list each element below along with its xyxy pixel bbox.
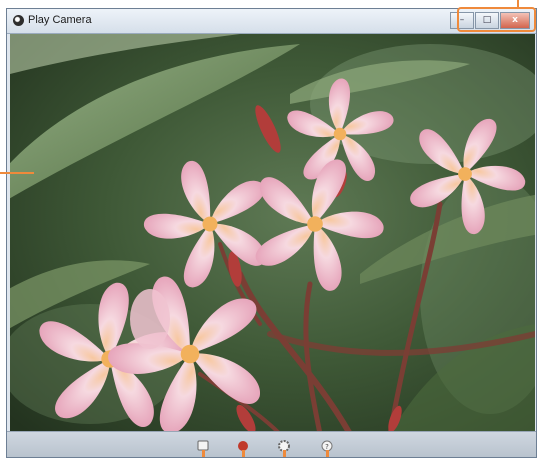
help-icon: ? bbox=[321, 440, 333, 457]
camera-preview bbox=[10, 34, 535, 434]
play-camera-window: Play Camera – □ x ? bbox=[6, 8, 537, 458]
settings-icon bbox=[278, 440, 290, 457]
svg-text:?: ? bbox=[325, 443, 329, 451]
settings-button[interactable] bbox=[277, 440, 291, 457]
window-controls-callout-line bbox=[517, 0, 519, 8]
window-border-callout-line bbox=[0, 172, 34, 174]
capture-button[interactable] bbox=[236, 440, 250, 457]
record-button[interactable] bbox=[196, 440, 210, 457]
screen-canvas: Play Camera – □ x ? bbox=[0, 0, 537, 458]
help-button[interactable]: ? bbox=[320, 440, 334, 457]
window-controls-callout bbox=[457, 7, 536, 32]
window-title: Play Camera bbox=[28, 14, 92, 26]
camera-app-icon bbox=[13, 15, 24, 26]
record-icon bbox=[197, 440, 209, 457]
capture-icon bbox=[238, 441, 248, 457]
bottom-toolbar: ? bbox=[7, 431, 536, 457]
frangipani-photo bbox=[10, 34, 535, 434]
